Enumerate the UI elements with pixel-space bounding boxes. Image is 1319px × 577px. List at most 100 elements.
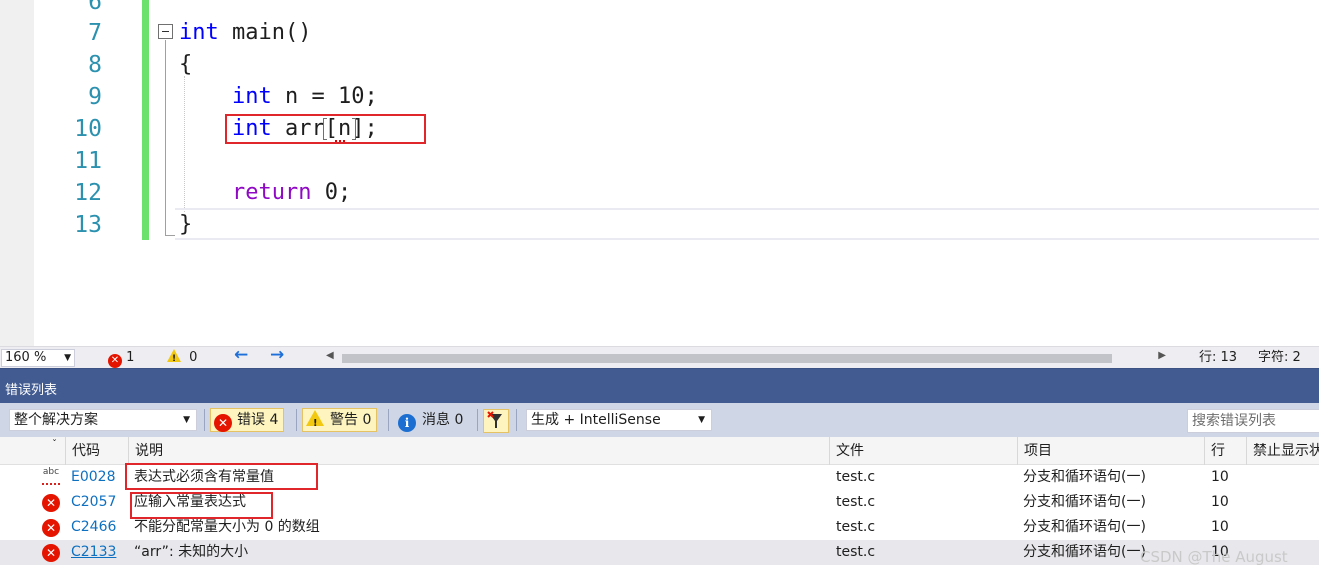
error-list-toolbar: 整个解决方案 ▼ ✕ 错误 4 警告 0 i 消息 0 生成 + IntelliSe… <box>0 403 1319 437</box>
line-number: 12 <box>74 180 102 206</box>
code-token: main() <box>218 20 312 45</box>
scope-value: 整个解决方案 <box>14 412 98 428</box>
scroll-left-icon[interactable]: ◀ <box>326 350 334 361</box>
error-code-link[interactable]: E0028 <box>71 465 129 490</box>
error-project: 分支和循环语句(一) <box>1023 494 1146 510</box>
error-icon: ✕ <box>214 414 232 432</box>
annotation-box <box>130 492 273 519</box>
info-icon: i <box>398 414 416 432</box>
code-token: } <box>179 212 193 237</box>
table-row[interactable]: ✕ C2133 “arr”: 未知的大小 test.c 分支和循环语句(一) 10 <box>0 540 1319 565</box>
code-token: { <box>179 52 193 77</box>
code-token: 0; <box>311 180 352 205</box>
error-file: test.c <box>836 494 876 510</box>
line-number: 8 <box>88 52 102 78</box>
build-intellisense-dropdown[interactable]: 生成 + IntelliSense ▼ <box>526 409 712 431</box>
error-project: 分支和循环语句(一) <box>1023 469 1146 485</box>
column-header-icon[interactable]: ˇ <box>0 437 66 465</box>
warning-icon <box>306 410 324 435</box>
code-line[interactable]: int n = 10; <box>179 81 378 113</box>
watermark: CSDN @The August <box>1140 548 1288 566</box>
code-line[interactable]: int main() <box>179 17 311 49</box>
error-file: test.c <box>836 544 876 560</box>
error-list-header: ˇ 代码 说明 文件 项目 行 禁止显示状态 <box>0 437 1319 465</box>
error-file: test.c <box>836 469 876 485</box>
filter-icon <box>487 411 502 428</box>
code-token: n = 10; <box>271 84 378 109</box>
editor-status-bar: 160 % ▼ ✕ 1 0 ← → ◀ ▶ 行: 13 字符: 2 <box>0 346 1319 368</box>
current-line-highlight <box>175 208 1319 240</box>
column-header-suppression[interactable]: 禁止显示状态 <box>1247 437 1319 465</box>
messages-filter-button[interactable]: i 消息 0 <box>394 408 469 432</box>
column-header-code[interactable]: 代码 <box>66 437 129 465</box>
warning-icon <box>167 349 181 368</box>
char-indicator: 字符: 2 <box>1258 350 1301 365</box>
warning-count: 0 <box>189 350 198 365</box>
column-header-file[interactable]: 文件 <box>830 437 1018 465</box>
errors-filter-button[interactable]: ✕ 错误 4 <box>210 408 285 432</box>
horizontal-scrollbar[interactable]: ◀ ▶ <box>326 350 1172 365</box>
line-number: 11 <box>74 148 102 174</box>
messages-filter-label: 消息 0 <box>422 412 464 428</box>
line-number: 7 <box>88 20 102 46</box>
build-filter-value: 生成 + IntelliSense <box>531 412 661 428</box>
scope-dropdown[interactable]: 整个解决方案 ▼ <box>9 409 197 431</box>
line-number: 10 <box>74 116 102 142</box>
toolbar-separator <box>477 409 478 431</box>
zoom-value: 160 % <box>5 350 47 365</box>
outline-line <box>165 40 166 236</box>
toolbar-separator <box>516 409 517 431</box>
error-count-indicator[interactable]: ✕ 1 <box>108 349 134 368</box>
warnings-filter-label: 警告 0 <box>330 412 372 428</box>
chevron-down-icon: ▼ <box>64 353 71 363</box>
column-header-description[interactable]: 说明 <box>129 437 830 465</box>
error-code-link[interactable]: C2133 <box>71 540 129 565</box>
filter-current-document-button[interactable] <box>483 409 509 433</box>
scroll-right-icon[interactable]: ▶ <box>1158 350 1166 361</box>
annotation-box <box>225 114 426 144</box>
column-header-project[interactable]: 项目 <box>1018 437 1205 465</box>
line-number: 13 <box>74 212 102 238</box>
annotation-box <box>125 463 318 490</box>
keyword-token: int <box>179 20 219 45</box>
error-file: test.c <box>836 519 876 535</box>
code-line[interactable]: return 0; <box>179 177 351 209</box>
error-line: 10 <box>1211 519 1229 535</box>
error-code-link[interactable]: C2466 <box>71 515 129 540</box>
navigate-forward-icon[interactable]: → <box>270 346 284 364</box>
line-number: 9 <box>88 84 102 110</box>
errors-filter-label: 错误 4 <box>237 412 279 428</box>
zoom-dropdown[interactable]: 160 % ▼ <box>1 349 75 367</box>
column-header-line[interactable]: 行 <box>1205 437 1247 465</box>
error-icon: ✕ <box>42 544 60 562</box>
scrollbar-thumb[interactable] <box>342 354 1112 363</box>
error-icon: ✕ <box>42 494 60 512</box>
error-line: 10 <box>1211 494 1229 510</box>
navigate-back-icon[interactable]: ← <box>234 346 248 364</box>
line-number: 6 <box>88 0 102 15</box>
error-icon: ✕ <box>108 354 122 368</box>
warnings-filter-button[interactable]: 警告 0 <box>302 408 378 435</box>
toolbar-separator <box>204 409 205 431</box>
editor-glyph-margin <box>0 0 34 346</box>
chevron-down-icon: ▼ <box>698 415 705 425</box>
error-code-link[interactable]: C2057 <box>71 490 129 515</box>
keyword-token: int <box>231 84 272 109</box>
search-error-list-input[interactable]: 搜索错误列表 <box>1187 409 1319 433</box>
error-count: 1 <box>126 350 135 365</box>
code-editor[interactable]: 6 7 8 9 10 11 12 13 int main() { int n = … <box>0 0 1319 346</box>
tool-window-border <box>0 368 1319 379</box>
code-line[interactable]: } <box>179 209 192 241</box>
toolbar-separator <box>296 409 297 431</box>
code-line[interactable]: { <box>179 49 192 81</box>
error-project: 分支和循环语句(一) <box>1023 519 1146 535</box>
warning-count-indicator[interactable]: 0 <box>167 349 198 368</box>
keyword-token: return <box>231 180 312 205</box>
error-list-title[interactable]: 错误列表 <box>0 379 1319 403</box>
line-indicator: 行: 13 <box>1199 350 1238 365</box>
collapse-toggle-icon[interactable] <box>158 24 173 39</box>
sort-icon: ˇ <box>52 439 57 450</box>
intellisense-squiggle-icon: abc <box>40 466 62 488</box>
